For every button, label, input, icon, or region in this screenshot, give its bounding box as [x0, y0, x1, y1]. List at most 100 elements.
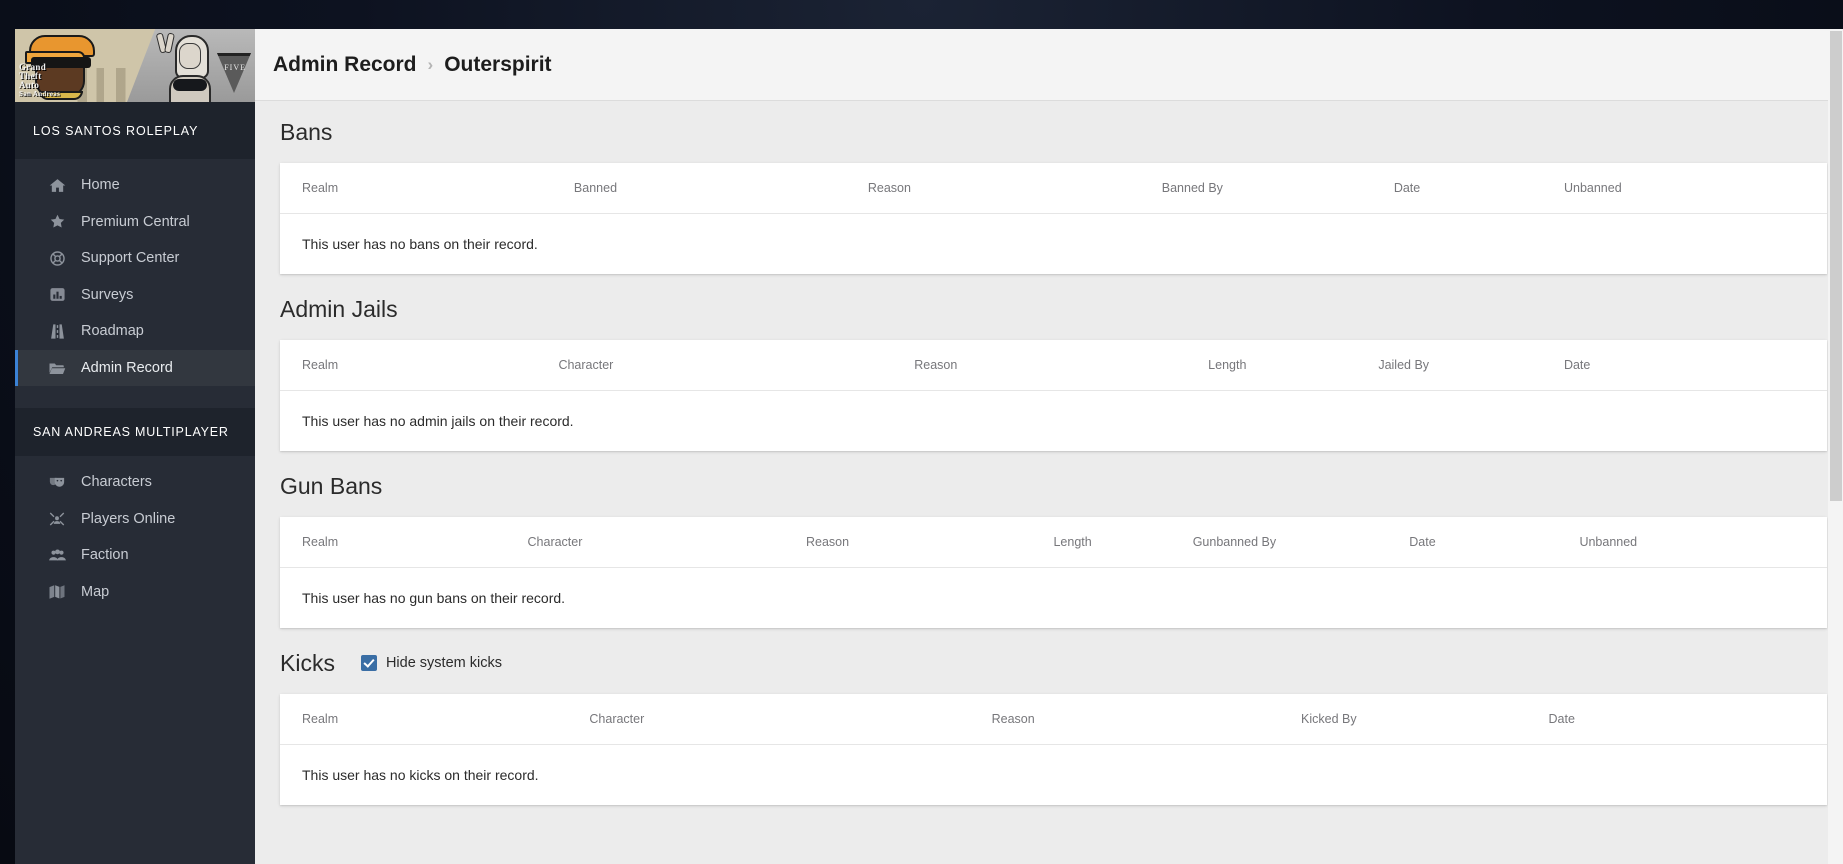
table-row: This user has no gun bans on their recor…: [280, 568, 1827, 629]
sidebar-item-support-center[interactable]: Support Center: [15, 240, 255, 277]
column-header-realm: Realm: [280, 694, 590, 745]
gun-bans-table-head: Realm Character Reason Length Gunbanned …: [280, 517, 1827, 568]
gta-san-andreas-logo: Grand Theft Auto San Andreas: [19, 62, 61, 99]
column-header-unbanned: Unbanned: [1563, 163, 1827, 214]
section-admin-jails: Admin Jails Realm Character Reason Lengt…: [255, 278, 1827, 451]
kicks-table-card: Realm Character Reason Kicked By Date Th…: [280, 694, 1827, 805]
section-header-bans: Bans: [280, 101, 1827, 163]
sidebar-item-premium-central[interactable]: Premium Central: [15, 204, 255, 241]
table-header-row: Realm Character Reason Length Jailed By …: [280, 340, 1827, 391]
section-header-kicks: Kicks Hide system kicks: [280, 632, 1827, 694]
column-header-character: Character: [558, 340, 915, 391]
column-header-character: Character: [589, 694, 992, 745]
section-title-admin-jails: Admin Jails: [280, 295, 398, 322]
column-header-date: Date: [1409, 517, 1580, 568]
folder-open-icon: [46, 359, 68, 377]
breadcrumb-bar: Admin Record › Outerspirit: [255, 29, 1843, 101]
gun-bans-empty-message: This user has no gun bans on their recor…: [302, 590, 566, 606]
gta-v-character-art: [151, 33, 211, 102]
column-header-unbanned: Unbanned: [1579, 517, 1827, 568]
kicks-table-head: Realm Character Reason Kicked By Date: [280, 694, 1827, 745]
kicks-table-body: This user has no kicks on their record.: [280, 745, 1827, 806]
sidebar-item-roadmap[interactable]: Roadmap: [15, 313, 255, 350]
sidebar-item-characters[interactable]: Characters: [15, 464, 255, 501]
table-row: This user has no bans on their record.: [280, 214, 1827, 275]
page-scrollbar[interactable]: [1828, 29, 1843, 864]
table-row: This user has no kicks on their record.: [280, 745, 1827, 806]
sidebar-item-label: Premium Central: [81, 213, 190, 230]
table-header-row: Realm Character Reason Kicked By Date: [280, 694, 1827, 745]
masks-icon: [46, 473, 68, 491]
sidebar-item-home[interactable]: Home: [15, 167, 255, 204]
nav-group-primary: Home Premium Central Support Center Surv…: [15, 159, 255, 394]
section-kicks: Kicks Hide system kicks Realm Character …: [255, 632, 1827, 805]
lifebuoy-icon: [46, 250, 68, 267]
admin-jails-empty-message: This user has no admin jails on their re…: [302, 413, 574, 429]
sidebar-section-san-andreas-multiplayer: SAN ANDREAS MULTIPLAYER: [15, 408, 255, 456]
column-header-length: Length: [1053, 517, 1193, 568]
scrollbar-thumb[interactable]: [1830, 31, 1842, 501]
breadcrumb-root[interactable]: Admin Record: [273, 53, 417, 77]
section-gun-bans: Gun Bans Realm Character Reason Length G…: [255, 455, 1827, 628]
column-header-character: Character: [527, 517, 806, 568]
bans-empty-message: This user has no bans on their record.: [302, 236, 538, 252]
user-group-icon: [46, 546, 68, 565]
column-header-reason: Reason: [991, 694, 1301, 745]
column-header-date: Date: [1548, 694, 1827, 745]
column-header-kicked-by: Kicked By: [1301, 694, 1549, 745]
section-title-bans: Bans: [280, 118, 333, 145]
sidebar-item-label: Home: [81, 177, 120, 194]
column-header-jailed-by: Jailed By: [1378, 340, 1564, 391]
table-header-row: Realm Banned Reason Banned By Date Unban…: [280, 163, 1827, 214]
section-bans: Bans Realm Banned Reason Banned By Date …: [255, 101, 1827, 274]
gun-bans-table: Realm Character Reason Length Gunbanned …: [280, 517, 1827, 628]
bans-table-head: Realm Banned Reason Banned By Date Unban…: [280, 163, 1827, 214]
nav-group-samp: Characters Players Online Faction Map: [15, 456, 255, 618]
bans-table-card: Realm Banned Reason Banned By Date Unban…: [280, 163, 1827, 274]
home-icon: [46, 177, 68, 194]
column-header-banned-by: Banned By: [1161, 163, 1394, 214]
sidebar-item-surveys[interactable]: Surveys: [15, 277, 255, 314]
breadcrumb-current: Outerspirit: [444, 52, 552, 76]
admin-record-content: Bans Realm Banned Reason Banned By Date …: [255, 101, 1843, 864]
sidebar-item-label: Players Online: [81, 510, 176, 527]
sidebar-item-label: Faction: [81, 547, 129, 564]
sidebar-item-admin-record[interactable]: Admin Record: [15, 349, 255, 386]
section-header-gun-bans: Gun Bans: [280, 455, 1827, 517]
map-icon: [46, 583, 68, 601]
gun-bans-table-card: Realm Character Reason Length Gunbanned …: [280, 517, 1827, 628]
chevron-right-icon: ›: [427, 54, 434, 74]
sidebar-item-label: Characters: [81, 474, 152, 491]
column-header-realm: Realm: [280, 340, 559, 391]
kicks-table: Realm Character Reason Kicked By Date Th…: [280, 694, 1827, 805]
column-header-date: Date: [1563, 340, 1827, 391]
checkbox-checked-icon[interactable]: [360, 655, 377, 671]
sidebar-item-players-online[interactable]: Players Online: [15, 501, 255, 538]
column-header-gunbanned-by: Gunbanned By: [1192, 517, 1410, 568]
gun-bans-table-body: This user has no gun bans on their recor…: [280, 568, 1827, 629]
column-header-reason: Reason: [805, 517, 1054, 568]
hide-system-kicks-toggle[interactable]: Hide system kicks: [360, 655, 502, 671]
sidebar-item-label: Support Center: [81, 250, 180, 267]
server-name: LOS SANTOS ROLEPLAY: [15, 102, 255, 159]
section-header-admin-jails: Admin Jails: [280, 278, 1827, 340]
column-header-banned: Banned: [573, 163, 868, 214]
sidebar-item-faction[interactable]: Faction: [15, 537, 255, 574]
column-header-date: Date: [1393, 163, 1564, 214]
admin-jails-table: Realm Character Reason Length Jailed By …: [280, 340, 1827, 451]
sidebar-item-label: Surveys: [81, 286, 134, 303]
kicks-empty-message: This user has no kicks on their record.: [302, 767, 539, 783]
gta-v-logo-label: FIVE: [224, 63, 246, 72]
sidebar-item-label: Admin Record: [81, 359, 173, 376]
sidebar-item-map[interactable]: Map: [15, 574, 255, 611]
section-title-gun-bans: Gun Bans: [280, 472, 383, 499]
road-icon: [46, 323, 68, 340]
users-crosshair-icon: [46, 510, 68, 528]
bans-table: Realm Banned Reason Banned By Date Unban…: [280, 163, 1827, 274]
chart-bar-icon: [46, 286, 68, 303]
table-row: This user has no admin jails on their re…: [280, 391, 1827, 452]
column-header-length: Length: [1208, 340, 1379, 391]
admin-jails-table-body: This user has no admin jails on their re…: [280, 391, 1827, 452]
admin-jails-table-card: Realm Character Reason Length Jailed By …: [280, 340, 1827, 451]
column-header-reason: Reason: [914, 340, 1209, 391]
